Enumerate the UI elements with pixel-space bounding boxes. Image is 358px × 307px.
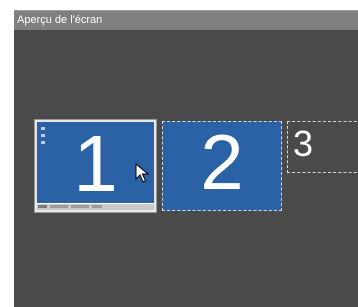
window-title: Aperçu de l'écran bbox=[17, 14, 103, 26]
taskbar-item bbox=[92, 205, 102, 208]
top-margin bbox=[0, 0, 358, 10]
start-button bbox=[38, 205, 47, 208]
taskbar-item bbox=[50, 205, 68, 208]
monitor-number: 3 bbox=[292, 123, 314, 164]
monitor-1[interactable]: 1 bbox=[34, 119, 157, 213]
window-titlebar: Aperçu de l'écran bbox=[14, 10, 358, 30]
monitor-3[interactable]: 3 bbox=[287, 121, 358, 173]
taskbar-item bbox=[71, 205, 89, 208]
mouse-cursor-icon bbox=[135, 163, 149, 183]
desktop-taskbar bbox=[37, 203, 154, 210]
